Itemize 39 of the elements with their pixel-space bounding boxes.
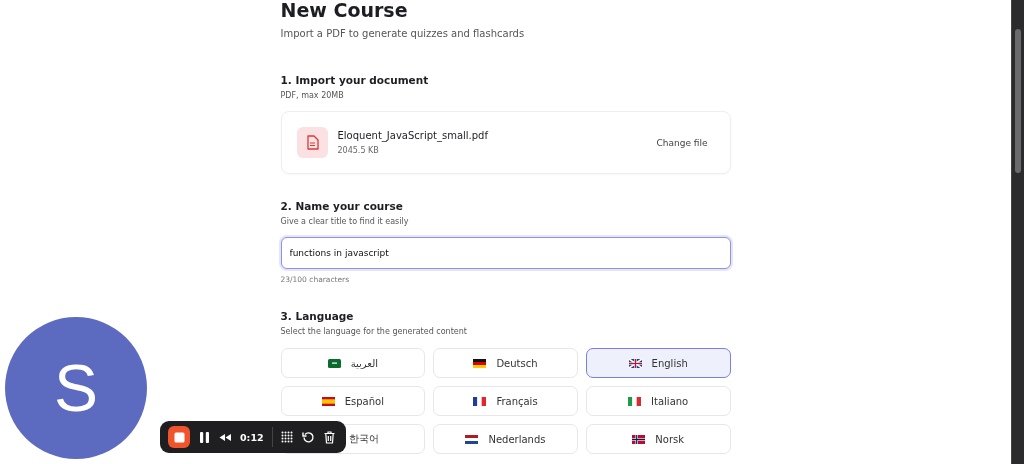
section-hint: Select the language for the generated content [280, 326, 468, 338]
scrollbar-thumb[interactable] [1015, 29, 1021, 173]
language-option[interactable]: Français [433, 386, 578, 416]
language-option[interactable]: Norsk [585, 424, 731, 454]
restart-icon[interactable] [301, 430, 315, 444]
section-heading: 3. Language [280, 309, 355, 323]
section-hint: PDF, max 20MB [280, 90, 345, 102]
flag-icon [628, 396, 642, 406]
file-size: 2045.5 KB [337, 145, 380, 156]
stop-icon [172, 430, 186, 444]
flag-icon [473, 358, 487, 368]
page-title: New Course [280, 0, 409, 23]
flag-icon [321, 396, 335, 406]
stop-button[interactable] [168, 426, 190, 448]
course-name-field[interactable]: functions in javascript [280, 237, 731, 269]
section-hint: Give a clear title to find it easily [280, 216, 410, 228]
file-name: Eloquent_JavaScript_small.pdf [337, 129, 490, 142]
pause-icon[interactable] [198, 430, 211, 444]
change-file-button[interactable]: Change file [656, 133, 708, 152]
section-heading: 2. Name your course [280, 199, 404, 213]
trash-icon[interactable] [322, 430, 336, 444]
language-option[interactable]: Nederlands [433, 424, 578, 454]
recording-time: 0:12 [240, 431, 264, 443]
language-option[interactable]: العربية [280, 348, 426, 378]
flag-icon [632, 434, 646, 444]
language-option[interactable]: Italiano [585, 386, 731, 416]
grid-icon[interactable] [280, 430, 294, 444]
flag-icon [465, 434, 479, 444]
language-option[interactable]: Deutsch [433, 348, 578, 378]
language-option[interactable]: Español [280, 386, 426, 416]
avatar: S [5, 317, 147, 459]
section-heading: 1. Import your document [280, 73, 430, 87]
flag-icon [628, 358, 642, 368]
scrollbar[interactable] [1011, 0, 1024, 464]
language-option[interactable]: English [585, 348, 731, 378]
flag-icon [327, 358, 341, 368]
pdf-file-icon [296, 127, 328, 158]
flag-icon [473, 396, 487, 406]
page-subtitle: Import a PDF to generate quizzes and flashcards [280, 27, 526, 41]
